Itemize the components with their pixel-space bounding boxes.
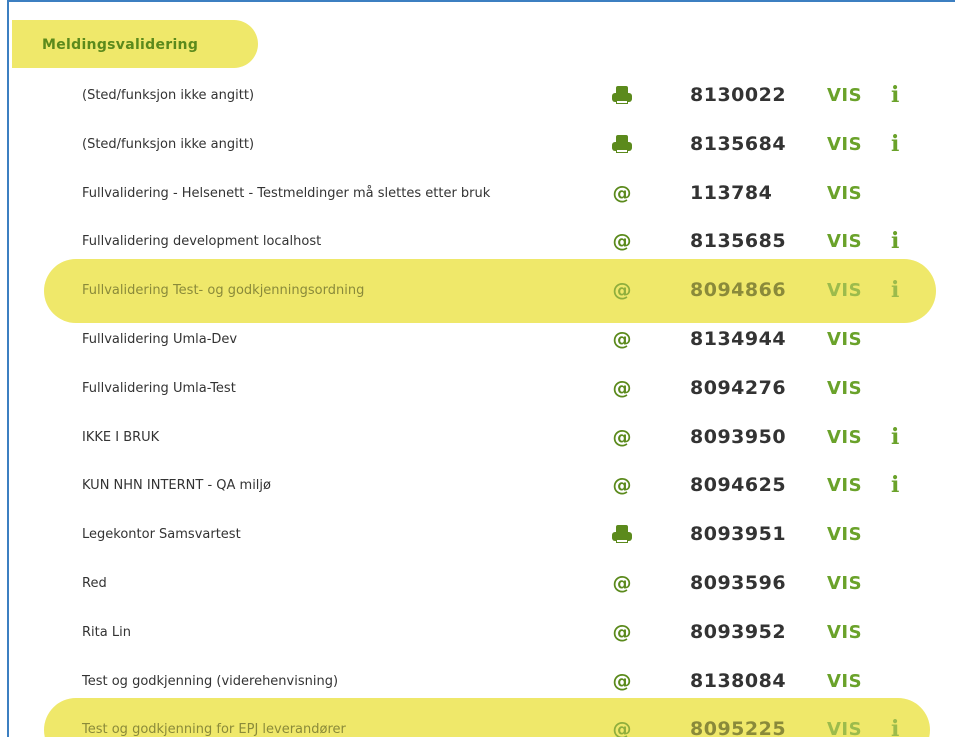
printer-icon xyxy=(611,133,633,155)
at-glyph: @ xyxy=(612,377,632,399)
vis-link[interactable]: VIS xyxy=(827,671,862,692)
at-icon: @ xyxy=(611,279,633,301)
vis-link[interactable]: VIS xyxy=(827,573,862,594)
at-icon: @ xyxy=(611,377,633,399)
vis-link[interactable]: VIS xyxy=(827,183,862,204)
service-code: 113784 xyxy=(690,182,773,204)
vis-link[interactable]: VIS xyxy=(827,329,862,350)
service-name: (Sted/funksjon ikke angitt) xyxy=(82,88,255,103)
service-code: 8093596 xyxy=(690,572,787,594)
service-name: Test og godkjenning for EPJ leverandører xyxy=(82,722,346,737)
list-item: (Sted/funksjon ikke angitt) 8130022 VIS i xyxy=(0,82,955,108)
service-code: 8095225 xyxy=(690,718,787,737)
vis-link[interactable]: VIS xyxy=(827,475,862,496)
list-item: Test og godkjenning (viderehenvisning) @8… xyxy=(0,670,955,694)
info-icon[interactable]: i xyxy=(891,716,899,737)
info-icon[interactable]: i xyxy=(891,228,899,254)
service-code: 8094276 xyxy=(690,377,787,399)
service-name: Fullvalidering Test- og godkjenningsordn… xyxy=(82,283,365,298)
service-code: 8094866 xyxy=(690,279,787,301)
service-name: Fullvalidering - Helsenett - Testmelding… xyxy=(82,186,491,201)
vis-link[interactable]: VIS xyxy=(827,427,862,448)
list-item: (Sted/funksjon ikke angitt) 8135684 VIS i xyxy=(0,131,955,157)
at-glyph: @ xyxy=(612,670,632,692)
printer-icon xyxy=(611,84,633,106)
at-glyph: @ xyxy=(612,474,632,496)
service-code: 8093951 xyxy=(690,523,787,545)
info-icon[interactable]: i xyxy=(891,424,899,450)
at-glyph: @ xyxy=(612,621,632,643)
at-glyph: @ xyxy=(612,572,632,594)
service-name: Legekontor Samsvartest xyxy=(82,527,241,542)
at-icon: @ xyxy=(611,230,633,252)
service-code: 8130022 xyxy=(690,84,787,106)
info-icon[interactable]: i xyxy=(891,472,899,498)
at-glyph: @ xyxy=(612,279,632,301)
panel-top-border xyxy=(7,0,955,2)
at-glyph: @ xyxy=(612,718,632,737)
info-icon[interactable]: i xyxy=(891,277,899,303)
service-name: Test og godkjenning (viderehenvisning) xyxy=(82,674,339,689)
service-code: 8135685 xyxy=(690,230,787,252)
at-glyph: @ xyxy=(612,426,632,448)
vis-link[interactable]: VIS xyxy=(827,524,862,545)
list-item: Fullvalidering Umla-Dev @8134944 VIS xyxy=(0,328,955,352)
at-icon: @ xyxy=(611,182,633,204)
service-code: 8134944 xyxy=(690,328,787,350)
list-item: Fullvalidering - Helsenett - Testmelding… xyxy=(0,182,955,206)
list-item: Test og godkjenning for EPJ leverandører… xyxy=(0,716,955,737)
service-name: KUN NHN INTERNT - QA miljø xyxy=(82,478,271,493)
vis-link[interactable]: VIS xyxy=(827,134,862,155)
vis-link[interactable]: VIS xyxy=(827,622,862,643)
service-name: Fullvalidering Umla-Test xyxy=(82,381,236,396)
info-icon[interactable]: i xyxy=(891,131,899,157)
service-name: (Sted/funksjon ikke angitt) xyxy=(82,137,255,152)
info-icon[interactable]: i xyxy=(891,82,899,108)
vis-link[interactable]: VIS xyxy=(827,280,862,301)
service-name: Fullvalidering Umla-Dev xyxy=(82,332,238,347)
at-icon: @ xyxy=(611,670,633,692)
at-icon: @ xyxy=(611,474,633,496)
service-name: IKKE I BRUK xyxy=(82,430,160,445)
service-code: 8135684 xyxy=(690,133,787,155)
service-code: 8094625 xyxy=(690,474,787,496)
list-item: Fullvalidering development localhost @813… xyxy=(0,228,955,254)
at-icon: @ xyxy=(611,572,633,594)
section-title: Meldingsvalidering xyxy=(42,37,199,53)
list-item: KUN NHN INTERNT - QA miljø @8094625 VIS i xyxy=(0,472,955,498)
vis-link[interactable]: VIS xyxy=(827,231,862,252)
meldingsvalidering-panel: Meldingsvalidering (Sted/funksjon ikke a… xyxy=(0,0,955,737)
service-code: 8093952 xyxy=(690,621,787,643)
list-item: Fullvalidering Test- og godkjenningsordn… xyxy=(0,277,955,303)
list-item: IKKE I BRUK @8093950 VIS i xyxy=(0,424,955,450)
vis-link[interactable]: VIS xyxy=(827,378,862,399)
vis-link[interactable]: VIS xyxy=(827,85,862,106)
service-code: 8138084 xyxy=(690,670,787,692)
list-item: Fullvalidering Umla-Test @8094276 VIS xyxy=(0,377,955,401)
list-item: Legekontor Samsvartest 8093951 VIS xyxy=(0,523,955,547)
printer-icon xyxy=(611,523,633,545)
service-name: Rita Lin xyxy=(82,625,131,640)
service-name: Red xyxy=(82,576,107,591)
list-item: Rita Lin @8093952 VIS xyxy=(0,621,955,645)
at-glyph: @ xyxy=(612,182,632,204)
at-glyph: @ xyxy=(612,230,632,252)
at-icon: @ xyxy=(611,426,633,448)
service-code: 8093950 xyxy=(690,426,787,448)
list-item: Red @8093596 VIS xyxy=(0,572,955,596)
at-icon: @ xyxy=(611,621,633,643)
vis-link[interactable]: VIS xyxy=(827,719,862,737)
at-icon: @ xyxy=(611,718,633,737)
at-glyph: @ xyxy=(612,328,632,350)
at-icon: @ xyxy=(611,328,633,350)
service-name: Fullvalidering development localhost xyxy=(82,234,322,249)
